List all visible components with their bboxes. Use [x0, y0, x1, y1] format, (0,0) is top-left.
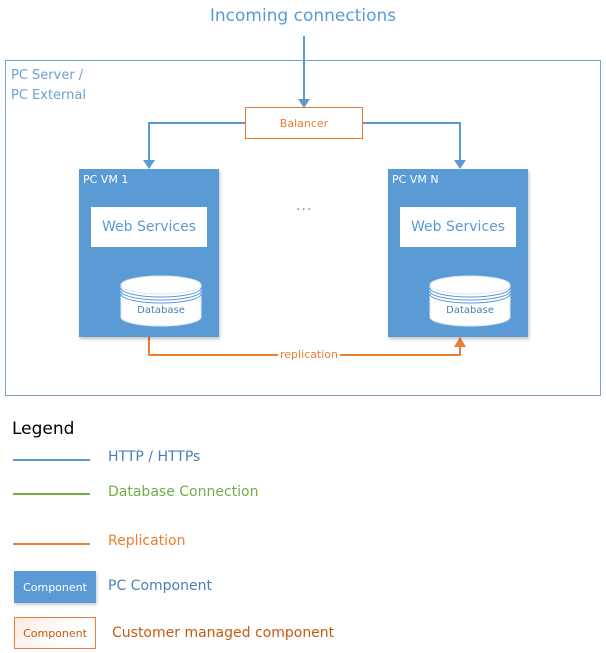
web-services-box: Web Services [400, 207, 516, 247]
customer-component-box-label: Component [23, 626, 87, 640]
vm-box-n: PC VM N Web Services Database [388, 169, 528, 337]
replication-arrow-head [454, 337, 466, 347]
balancer-box: Balancer [245, 107, 363, 139]
database-label: Database [137, 305, 185, 316]
legend-label-replication: Replication [108, 533, 186, 549]
database-icon [120, 275, 202, 327]
pc-component-box-label: Component [23, 580, 87, 594]
web-services-label: Web Services [101, 219, 196, 235]
legend-line-database [13, 493, 90, 495]
balancer-to-vmn-arrow-head [454, 160, 466, 169]
web-services-box: Web Services [91, 207, 207, 247]
database-cylinder: Database [119, 275, 203, 327]
legend-title: Legend [12, 419, 75, 439]
balancer-to-vm1-arrow-head [143, 160, 155, 169]
vm-label: PC VM 1 [83, 173, 129, 186]
vm-box-1: PC VM 1 Web Services Database [79, 169, 219, 337]
replication-label: replication [278, 348, 341, 361]
legend-label-database: Database Connection [108, 484, 259, 500]
vm-label: PC VM N [392, 173, 439, 186]
balancer-to-vm1-line [148, 122, 245, 162]
database-label: Database [446, 305, 494, 316]
legend-pc-component-box: Component [14, 571, 96, 603]
database-icon [429, 275, 511, 327]
web-services-label: Web Services [410, 219, 505, 235]
balancer-label: Balancer [279, 116, 329, 130]
legend-label-pc-component: PC Component [108, 578, 212, 594]
database-cylinder: Database [428, 275, 512, 327]
more-vms-ellipsis: ... [296, 198, 313, 214]
legend-label-customer-component: Customer managed component [112, 625, 335, 641]
legend-line-replication [13, 543, 90, 545]
legend-line-http [13, 459, 90, 461]
balancer-to-vmn-line [363, 122, 461, 162]
legend-customer-component-box: Component [14, 617, 96, 649]
legend-label-http: HTTP / HTTPs [108, 449, 201, 465]
